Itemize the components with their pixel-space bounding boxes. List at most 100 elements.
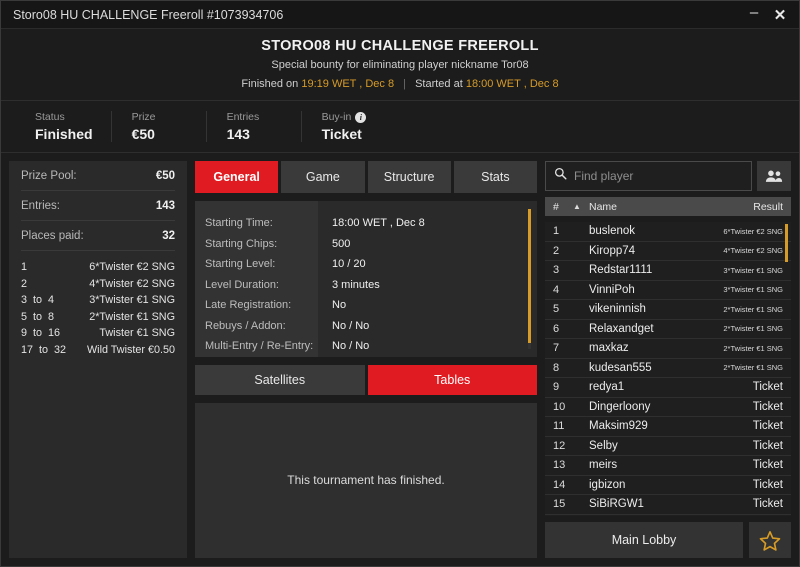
- title-bar: Storo08 HU CHALLENGE Freeroll #107393470…: [1, 1, 799, 29]
- player-row[interactable]: 6 Relaxandget 2*Twister €1 SNG: [545, 320, 791, 339]
- prize-pool-panel: Prize Pool: €50 Entries: 143 Places paid…: [9, 161, 187, 558]
- player-result: 2*Twister €1 SNG: [723, 324, 783, 334]
- player-result: Ticket: [752, 420, 783, 433]
- detail-label: Starting Level:: [205, 258, 276, 270]
- details-scrollbar[interactable]: [528, 209, 531, 349]
- started-label: Started at: [415, 78, 463, 90]
- player-name: Kiropp74: [589, 244, 636, 257]
- tab-general[interactable]: General: [195, 161, 279, 193]
- player-rank: 6: [553, 322, 560, 335]
- detail-label: Starting Time:: [205, 217, 273, 229]
- player-row[interactable]: 8 kudesan555 2*Twister €1 SNG: [545, 359, 791, 378]
- search-row: [545, 161, 791, 191]
- payout-position: 9 to 16: [21, 327, 61, 340]
- player-name: redya1: [589, 381, 625, 394]
- player-result: Ticket: [752, 381, 783, 394]
- tab-stats[interactable]: Stats: [453, 161, 537, 193]
- places-paid-value: 32: [162, 229, 175, 242]
- search-input[interactable]: [574, 169, 743, 183]
- player-rank: 5: [553, 303, 560, 316]
- tab-structure[interactable]: Structure: [367, 161, 451, 193]
- details-values: 18:00 WET , Dec 8 500 10 / 20 3 minutes …: [318, 201, 537, 357]
- player-result: 3*Twister €1 SNG: [723, 285, 783, 295]
- player-rank: 4: [553, 283, 560, 296]
- tournament-window: Storo08 HU CHALLENGE Freeroll #107393470…: [0, 0, 800, 567]
- player-row[interactable]: 13 meirs Ticket: [545, 456, 791, 476]
- main-lobby-button[interactable]: Main Lobby: [545, 522, 743, 558]
- prize-pool-value: €50: [155, 169, 175, 182]
- player-rank: 14: [553, 478, 566, 491]
- player-rank: 15: [553, 498, 566, 511]
- player-row[interactable]: 15 SiBiRGW1 Ticket: [545, 495, 791, 515]
- player-name: kudesan555: [589, 361, 652, 374]
- detail-label: Level Duration:: [205, 278, 279, 291]
- player-result: 3*Twister €1 SNG: [723, 265, 783, 275]
- sort-ascending-icon[interactable]: ▲: [573, 202, 589, 211]
- player-row[interactable]: 14 igbizon Ticket: [545, 476, 791, 495]
- payout-row: 2 4*Twister €2 SNG: [21, 276, 175, 293]
- entries-row-value: 143: [155, 199, 175, 212]
- player-name: vikeninnish: [589, 303, 646, 316]
- column-header-name[interactable]: Name: [589, 201, 753, 213]
- payout-row: 1 6*Twister €2 SNG: [21, 259, 175, 276]
- column-header-result[interactable]: Result: [753, 201, 783, 213]
- search-icon: [554, 167, 567, 185]
- status-stat-prize: Prize €50: [110, 111, 206, 142]
- player-row[interactable]: 10 Dingerloony Ticket: [545, 398, 791, 417]
- player-row[interactable]: 12 Selby Ticket: [545, 437, 791, 456]
- time-divider: |: [403, 78, 407, 90]
- subtab-satellites[interactable]: Satellites: [195, 364, 365, 395]
- entries-row-label: Entries:: [21, 199, 60, 212]
- payout-position: 17 to 32: [21, 343, 67, 356]
- player-row[interactable]: 2 Kiropp74 4*Twister €2 SNG: [545, 242, 791, 261]
- player-rank: 3: [553, 264, 560, 277]
- player-rank: 13: [553, 459, 566, 472]
- player-result: 4*Twister €2 SNG: [723, 246, 783, 256]
- close-button[interactable]: ✕: [767, 4, 793, 26]
- payout-prize: Wild Twister €0.50: [86, 343, 175, 356]
- player-rank: 7: [553, 342, 560, 355]
- player-row[interactable]: 11 Maksim929 Ticket: [545, 417, 791, 437]
- buyin-value: Ticket: [321, 126, 362, 142]
- player-list-scrollbar[interactable]: [785, 224, 788, 516]
- left-column: Prize Pool: €50 Entries: 143 Places paid…: [9, 161, 187, 558]
- player-rank: 9: [553, 381, 560, 394]
- detail-value: 3 minutes: [332, 278, 380, 291]
- payout-prize: 6*Twister €2 SNG: [89, 261, 175, 273]
- details-panel: Starting Time: Starting Chips: Starting …: [195, 201, 537, 357]
- star-icon[interactable]: [749, 522, 791, 558]
- finished-time: 19:19 WET , Dec 8: [301, 78, 395, 90]
- player-list: 1 buslenok 6*Twister €2 SNG 2 Kiropp74 4…: [545, 222, 791, 516]
- detail-value: No: [332, 299, 347, 311]
- player-row[interactable]: 5 vikeninnish 2*Twister €1 SNG: [545, 300, 791, 320]
- sub-tab-bar: Satellites Tables: [195, 364, 537, 395]
- player-name: buslenok: [589, 225, 636, 238]
- player-row[interactable]: 4 VinniPoh 3*Twister €1 SNG: [545, 281, 791, 300]
- payout-row: 9 to 16 Twister €1 SNG: [21, 325, 175, 342]
- details-labels: Starting Time: Starting Chips: Starting …: [195, 201, 318, 357]
- tab-game[interactable]: Game: [281, 161, 365, 193]
- buyin-label-wrap: Buy-in i: [322, 111, 378, 123]
- player-rank: 1: [553, 225, 560, 238]
- minimize-button[interactable]: –: [741, 4, 767, 26]
- prize-pool-row: Prize Pool: €50: [21, 161, 175, 191]
- status-stat-status: Status Finished: [15, 111, 111, 142]
- player-row[interactable]: 7 maxkaz 2*Twister €1 SNG: [545, 339, 791, 359]
- player-row[interactable]: 3 Redstar1111 3*Twister €1 SNG: [545, 261, 791, 281]
- tournament-times: Finished on 19:19 WET , Dec 8 | Started …: [1, 78, 799, 90]
- entries-value: 143: [226, 126, 250, 142]
- detail-value: No / No: [332, 340, 370, 352]
- payout-position: 2: [21, 277, 28, 290]
- subtab-tables[interactable]: Tables: [367, 364, 537, 395]
- player-list-header: # ▲ Name Result: [545, 197, 791, 216]
- player-rank: 2: [553, 244, 560, 257]
- detail-label: Late Registration:: [205, 299, 292, 311]
- people-icon[interactable]: [757, 161, 791, 191]
- search-box[interactable]: [545, 161, 752, 191]
- tournament-header: STORO08 HU CHALLENGE FREEROLL Special bo…: [1, 29, 799, 101]
- payout-position: 1: [21, 261, 28, 273]
- player-row[interactable]: 1 buslenok 6*Twister €2 SNG: [545, 222, 791, 242]
- info-icon[interactable]: i: [355, 111, 367, 123]
- column-header-number[interactable]: #: [553, 201, 573, 213]
- player-row[interactable]: 9 redya1 Ticket: [545, 378, 791, 398]
